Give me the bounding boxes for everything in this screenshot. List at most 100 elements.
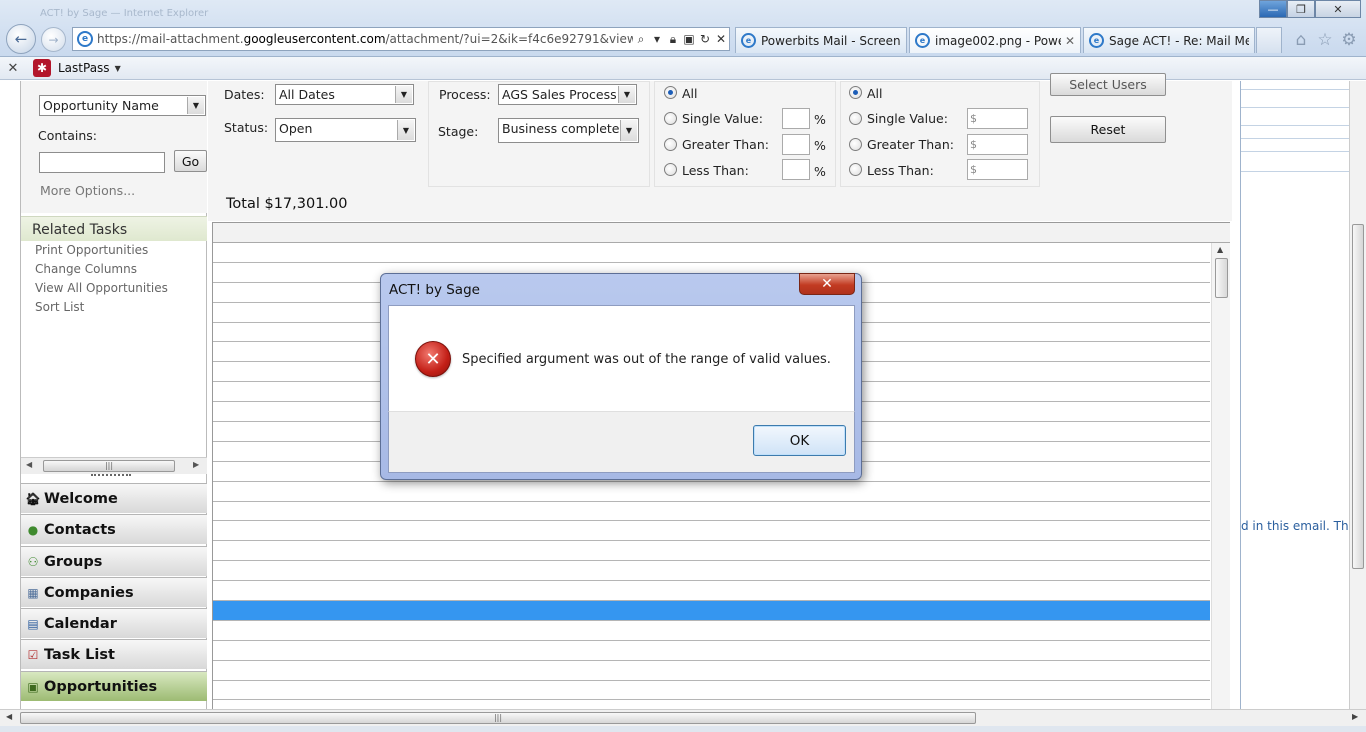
address-url[interactable]: https://mail-attachment.googleuserconten… xyxy=(97,32,633,46)
task-view-all-opportunities[interactable]: View All Opportunities xyxy=(35,281,168,295)
grid-header[interactable] xyxy=(213,223,1230,243)
process-select[interactable]: AGS Sales Process ▼ xyxy=(498,84,637,105)
probability-less-radio[interactable] xyxy=(664,163,677,176)
nav-groups[interactable]: ⚇ Groups xyxy=(21,546,207,576)
search-icon[interactable]: ⌕ xyxy=(633,32,649,47)
table-row-selected[interactable] xyxy=(213,601,1210,621)
status-select[interactable]: Open ▼ xyxy=(275,118,416,142)
probability-single-input[interactable] xyxy=(782,108,810,129)
nav-calendar[interactable]: ▤ Calendar xyxy=(21,608,207,638)
amount-less-input[interactable]: $ xyxy=(967,159,1028,180)
window-close-button[interactable]: ✕ xyxy=(1315,0,1361,18)
scroll-right-icon[interactable]: ▶ xyxy=(1352,712,1358,721)
amount-greater-radio[interactable] xyxy=(849,138,862,151)
dates-select[interactable]: All Dates ▼ xyxy=(275,84,414,105)
chevron-down-icon[interactable]: ▼ xyxy=(620,120,637,141)
table-row[interactable] xyxy=(213,581,1210,602)
table-row[interactable] xyxy=(213,243,1210,263)
scroll-left-icon[interactable]: ◀ xyxy=(26,460,32,469)
amount-single-radio[interactable] xyxy=(849,112,862,125)
probability-all-radio[interactable] xyxy=(664,86,677,99)
amount-greater-input[interactable]: $ xyxy=(967,134,1028,155)
table-row[interactable] xyxy=(213,681,1210,701)
probability-greater-radio[interactable] xyxy=(664,138,677,151)
stop-icon[interactable]: ✕ xyxy=(713,32,729,46)
chevron-down-icon[interactable]: ▼ xyxy=(618,86,635,103)
table-row[interactable] xyxy=(213,482,1210,502)
splitter-grip[interactable] xyxy=(91,474,131,480)
table-row[interactable] xyxy=(213,561,1210,582)
left-panel: Opportunity Name ▼ Contains: Go More Opt… xyxy=(20,81,207,711)
field-select[interactable]: Opportunity Name ▼ xyxy=(39,95,206,116)
dropdown-arrow-icon[interactable]: ▾ xyxy=(649,32,665,46)
grid-scrollbar[interactable]: ▲ xyxy=(1211,243,1230,711)
tab-image002[interactable]: e image002.png - Power... ✕ xyxy=(909,27,1081,53)
go-button[interactable]: Go xyxy=(174,150,207,172)
lastpass-icon[interactable]: ✱ xyxy=(33,59,51,77)
close-tab-icon[interactable]: ✕ xyxy=(1065,34,1075,48)
scroll-thumb[interactable]: ||| xyxy=(20,712,976,724)
tab-powerbits-mail[interactable]: e Powerbits Mail - Screen s... xyxy=(735,27,907,53)
chevron-down-icon[interactable]: ▼ xyxy=(187,97,204,114)
maximize-button[interactable]: ❐ xyxy=(1287,0,1315,18)
table-row[interactable] xyxy=(213,502,1210,522)
refresh-icon[interactable]: ↻ xyxy=(697,32,713,46)
amount-less-radio[interactable] xyxy=(849,163,862,176)
scroll-right-icon[interactable]: ▶ xyxy=(193,460,199,469)
stage-select[interactable]: Business completed, ▼ xyxy=(498,118,639,143)
nav-companies[interactable]: ▦ Companies xyxy=(21,577,207,607)
new-tab-button[interactable] xyxy=(1256,27,1282,53)
table-row[interactable] xyxy=(213,661,1210,681)
amount-all-radio[interactable] xyxy=(849,86,862,99)
settings-gear-icon[interactable]: ⚙ xyxy=(1338,29,1360,51)
probability-greater-label: Greater Than: xyxy=(682,137,769,152)
compatibility-view-icon[interactable]: ▣ xyxy=(681,32,697,46)
probability-single-radio[interactable] xyxy=(664,112,677,125)
chevron-down-icon[interactable]: ▼ xyxy=(395,86,412,103)
percent-unit: % xyxy=(814,112,826,127)
lock-icon[interactable]: 🔒︎ xyxy=(665,32,681,47)
page-horizontal-scrollbar[interactable]: ◀ ||| ▶ xyxy=(0,709,1366,726)
task-print-opportunities[interactable]: Print Opportunities xyxy=(35,243,148,257)
home-icon[interactable]: ⌂ xyxy=(1290,29,1312,51)
tab-sage-act[interactable]: e Sage ACT! - Re: Mail Mer... xyxy=(1083,27,1255,53)
left-panel-scrollbar[interactable]: ◀ ||| ▶ xyxy=(21,457,207,474)
probability-less-input[interactable] xyxy=(782,159,810,180)
task-change-columns[interactable]: Change Columns xyxy=(35,262,137,276)
forward-button[interactable]: → xyxy=(41,27,66,52)
dialog-body: ✕ Specified argument was out of the rang… xyxy=(388,305,855,411)
table-row[interactable] xyxy=(213,521,1210,542)
close-toolbar-icon[interactable]: ✕ xyxy=(0,61,26,76)
probability-greater-input[interactable] xyxy=(782,134,810,155)
table-row[interactable] xyxy=(213,621,1210,641)
minimize-button[interactable]: — xyxy=(1259,0,1287,18)
amount-single-input[interactable]: $ xyxy=(967,108,1028,129)
more-options-link[interactable]: More Options... xyxy=(40,183,135,198)
chevron-down-icon[interactable]: ▼ xyxy=(115,64,121,73)
task-sort-list[interactable]: Sort List xyxy=(35,300,84,314)
ie-icon: e xyxy=(915,33,930,48)
scroll-left-icon[interactable]: ◀ xyxy=(6,712,12,721)
lastpass-label[interactable]: LastPass xyxy=(58,61,110,75)
nav-opportunities[interactable]: ▣ Opportunities xyxy=(21,671,207,701)
page-vertical-scrollbar[interactable] xyxy=(1349,81,1366,711)
back-button[interactable]: ← xyxy=(6,24,36,54)
scroll-thumb[interactable]: ||| xyxy=(43,460,175,472)
nav-task-list[interactable]: ☑ Task List xyxy=(21,639,207,669)
scroll-up-icon[interactable]: ▲ xyxy=(1217,245,1223,254)
scroll-thumb[interactable] xyxy=(1352,224,1364,569)
select-users-button[interactable]: Select Users xyxy=(1050,73,1166,96)
contains-input[interactable] xyxy=(39,152,165,173)
contact-icon: ● xyxy=(27,522,39,537)
table-row[interactable] xyxy=(213,641,1210,661)
chevron-down-icon[interactable]: ▼ xyxy=(397,120,414,140)
address-bar[interactable]: e https://mail-attachment.googleusercont… xyxy=(72,27,730,51)
favorites-star-icon[interactable]: ☆ xyxy=(1314,29,1336,51)
dialog-close-button[interactable]: ✕ xyxy=(799,273,855,295)
scroll-thumb[interactable] xyxy=(1215,258,1228,298)
nav-contacts[interactable]: ● Contacts xyxy=(21,514,207,544)
ok-button[interactable]: OK xyxy=(753,425,846,456)
table-row[interactable] xyxy=(213,541,1210,562)
reset-button[interactable]: Reset xyxy=(1050,116,1166,143)
nav-welcome[interactable]: 🏠︎ Welcome xyxy=(21,483,207,513)
